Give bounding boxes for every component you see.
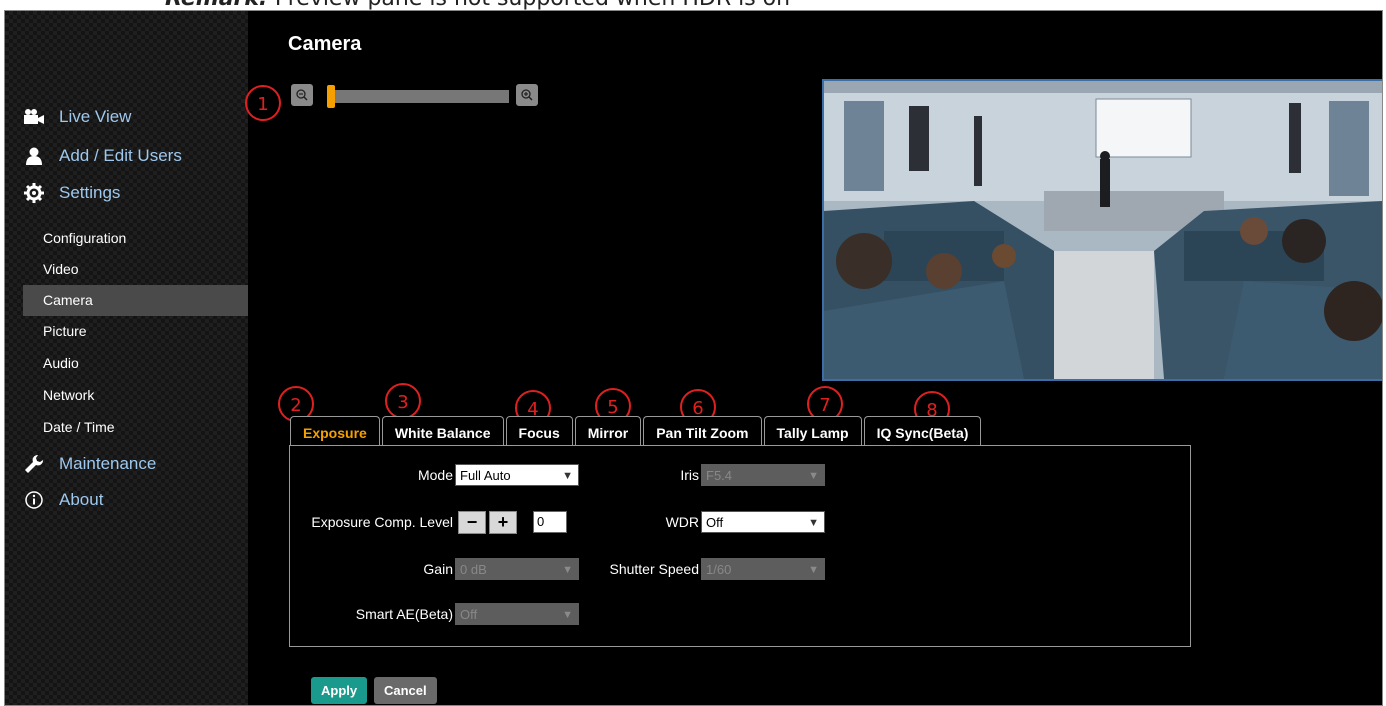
chevron-down-icon: ▼ [808,470,819,482]
chevron-down-icon: ▼ [808,517,819,529]
camera-tabs: Exposure White Balance Focus Mirror Pan … [290,416,983,446]
exposure-comp-minus-button[interactable]: − [458,511,486,534]
zoom-slider-track[interactable] [328,90,509,103]
tab-iq-sync[interactable]: IQ Sync(Beta) [863,416,982,446]
exposure-comp-label: Exposure Comp. Level [311,514,453,530]
sidebar-item-live-view[interactable]: Live View [5,106,131,128]
page-title: Camera [288,33,362,55]
annotation-marker-3: 3 [385,383,421,419]
sidebar: Live View Add / Edit Users Settings Conf… [5,11,248,705]
iris-label: Iris [680,467,699,483]
gain-value: 0 dB [460,562,487,577]
zoom-in-button[interactable] [516,84,538,106]
tab-white-balance[interactable]: White Balance [381,416,504,446]
tab-pan-tilt-zoom[interactable]: Pan Tilt Zoom [643,416,762,446]
camera-web-ui: Live View Add / Edit Users Settings Conf… [4,10,1383,706]
sidebar-item-label: Maintenance [59,454,157,473]
chevron-down-icon: ▼ [808,564,819,576]
exposure-comp-input[interactable]: 0 [533,511,567,533]
zoom-out-button[interactable] [291,84,313,106]
shutter-speed-value: 1/60 [706,562,732,577]
sidebar-item-network[interactable]: Network [5,380,230,411]
sidebar-item-label: About [59,490,104,509]
sidebar-item-users[interactable]: Add / Edit Users [5,145,182,167]
info-icon [23,489,45,511]
tab-tally-lamp[interactable]: Tally Lamp [763,416,862,446]
sidebar-item-picture[interactable]: Picture [5,316,230,347]
mode-select[interactable]: Full Auto ▼ [455,464,579,486]
iris-value: F5.4 [706,468,733,483]
cancel-button[interactable]: Cancel [374,677,437,704]
gain-select: 0 dB ▼ [455,558,579,580]
tab-focus[interactable]: Focus [505,416,573,446]
wdr-label: WDR [665,514,699,530]
apply-button[interactable]: Apply [311,677,368,704]
sidebar-item-camera[interactable]: Camera [23,285,248,316]
wdr-value: Off [706,515,724,530]
sidebar-item-settings[interactable]: Settings [5,182,120,204]
gain-label: Gain [423,561,453,577]
gear-icon [23,182,45,204]
shutter-speed-label: Shutter Speed [609,561,699,577]
wdr-select[interactable]: Off ▼ [701,511,825,533]
sidebar-item-audio[interactable]: Audio [5,348,230,379]
video-camera-icon [23,106,45,128]
exposure-comp-plus-button[interactable]: + [489,511,517,534]
chevron-down-icon: ▼ [562,470,573,482]
shutter-speed-select: 1/60 ▼ [701,558,825,580]
live-preview-pane [822,79,1382,381]
smart-ae-value: Off [460,607,478,622]
sidebar-item-video[interactable]: Video [5,254,230,285]
tab-exposure[interactable]: Exposure [290,416,380,446]
smart-ae-label: Smart AE(Beta) [355,606,453,622]
wrench-icon [23,453,45,475]
preview-image [824,81,1382,379]
tab-mirror[interactable]: Mirror [574,416,642,446]
mode-label: Mode [417,467,453,483]
sidebar-item-label: Add / Edit Users [59,146,182,165]
user-icon [23,145,45,167]
sidebar-item-about[interactable]: About [5,489,103,511]
iris-select: F5.4 ▼ [701,464,825,486]
chevron-down-icon: ▼ [562,564,573,576]
zoom-in-icon [521,89,533,101]
sidebar-item-label: Live View [59,107,132,126]
mode-value: Full Auto [460,468,511,483]
zoom-out-icon [296,89,308,101]
sidebar-item-date-time[interactable]: Date / Time [5,412,230,443]
chevron-down-icon: ▼ [562,609,573,621]
smart-ae-select: Off ▼ [455,603,579,625]
sidebar-item-configuration[interactable]: Configuration [5,223,230,254]
sidebar-item-label: Settings [59,183,121,202]
annotation-marker-1: 1 [245,85,281,121]
sidebar-item-maintenance[interactable]: Maintenance [5,453,156,475]
zoom-slider-handle[interactable] [327,85,335,108]
